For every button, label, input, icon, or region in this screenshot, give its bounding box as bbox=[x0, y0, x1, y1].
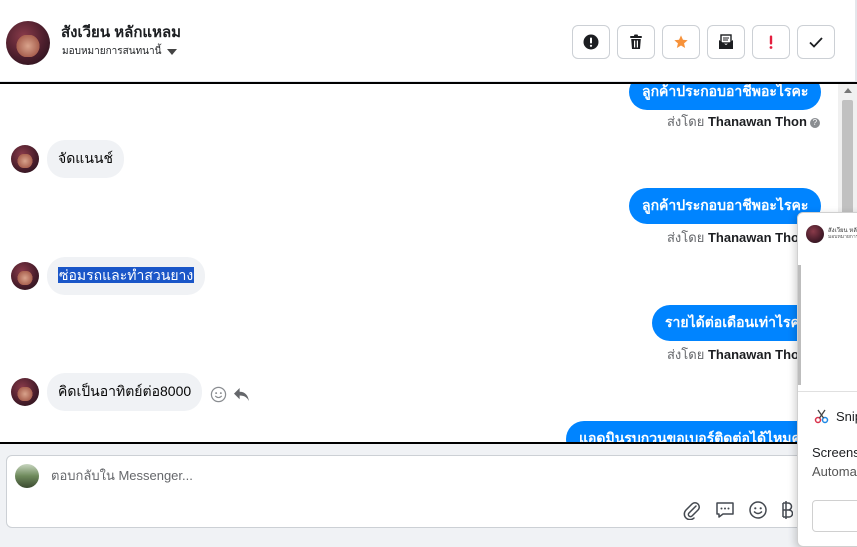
popup-body: Automa bbox=[812, 464, 857, 479]
incoming-message: คิดเป็นอาทิตย์ต่อ8000 bbox=[47, 373, 203, 411]
conversation-toolbar bbox=[572, 25, 835, 59]
attach-icon[interactable] bbox=[682, 500, 702, 520]
popup-avatar bbox=[806, 225, 824, 243]
mark-unread-button[interactable] bbox=[707, 25, 745, 59]
star-button[interactable] bbox=[662, 25, 700, 59]
incoming-message: ซ่อมรถและทำสวนยาง bbox=[47, 257, 206, 295]
notification-popup[interactable]: สังเวียน หลักแหลม มอบหมายการสนทนานี้ Sni… bbox=[797, 212, 857, 547]
message-actions bbox=[210, 386, 250, 403]
delete-button[interactable] bbox=[617, 25, 655, 59]
payment-baht-icon[interactable] bbox=[781, 500, 793, 520]
reply-input[interactable] bbox=[51, 468, 651, 483]
emoji-react-icon[interactable] bbox=[210, 386, 227, 403]
outgoing-message: แอดมินรบกวนขอเบอร์ติดต่อได้ไหมคะ bbox=[566, 421, 822, 442]
sent-by-label: ส่งโดย Thanawan Thon? bbox=[667, 111, 820, 132]
priority-button[interactable] bbox=[752, 25, 790, 59]
reply-icon[interactable] bbox=[233, 387, 250, 402]
exclamation-circle-icon bbox=[583, 34, 599, 50]
assign-conversation-dropdown[interactable]: มอบหมายการสนทนานี้ bbox=[62, 44, 178, 59]
check-icon bbox=[809, 37, 823, 48]
popup-action-button[interactable] bbox=[812, 500, 857, 532]
snipping-tool-icon bbox=[814, 409, 829, 424]
selected-text: ซ่อมรถและทำสวนยาง bbox=[58, 267, 195, 283]
star-icon bbox=[674, 35, 688, 48]
composer-actions bbox=[682, 500, 793, 520]
incoming-message: จัดแนนช์ bbox=[47, 140, 124, 178]
help-icon[interactable]: ? bbox=[809, 118, 820, 128]
popup-subtitle: มอบหมายการสนทนานี้ bbox=[828, 234, 857, 240]
reply-composer bbox=[6, 455, 832, 528]
spam-button[interactable] bbox=[572, 25, 610, 59]
page-avatar bbox=[15, 464, 39, 488]
assign-conversation-label: มอบหมายการสนทนานี้ bbox=[62, 46, 162, 57]
scrollbar-thumb[interactable] bbox=[842, 100, 853, 220]
saved-replies-icon[interactable] bbox=[715, 500, 735, 520]
outgoing-message: รายได้ต่อเดือนเท่าไรคะ bbox=[652, 305, 821, 341]
sent-by-prefix: ส่งโดย bbox=[667, 230, 705, 245]
sent-by-prefix: ส่งโดย bbox=[667, 347, 705, 362]
sender-name: Thanawan Thon bbox=[707, 114, 807, 129]
message-avatar bbox=[11, 262, 39, 290]
contact-name[interactable]: สังเวียน หลักแหลม bbox=[61, 20, 181, 44]
outgoing-message: ลูกค้าประกอบอาชีพอะไรคะ bbox=[629, 188, 822, 224]
done-button[interactable] bbox=[797, 25, 835, 59]
outgoing-message: ลูกค้าประกอบอาชีพอะไรคะ bbox=[629, 84, 822, 110]
scroll-up-arrow-icon[interactable] bbox=[844, 88, 852, 93]
message-avatar bbox=[11, 145, 39, 173]
popup-divider bbox=[798, 391, 857, 392]
message-thread[interactable]: ลูกค้าประกอบอาชีพอะไรคะ ส่งโดย Thanawan … bbox=[0, 82, 857, 444]
popup-title: Screens bbox=[812, 445, 857, 460]
caret-down-icon bbox=[167, 48, 178, 55]
sender-name: Thanawan Thon bbox=[707, 347, 807, 362]
message-avatar bbox=[11, 378, 39, 406]
conversation-header: สังเวียน หลักแหลม มอบหมายการสนทนานี้ bbox=[0, 0, 857, 82]
trash-icon bbox=[630, 34, 642, 49]
envelope-icon bbox=[719, 34, 733, 49]
sent-by-prefix: ส่งโดย bbox=[667, 114, 705, 129]
popup-app-name: Snip bbox=[836, 409, 857, 424]
sender-name: Thanawan Thon bbox=[707, 230, 807, 245]
contact-avatar[interactable] bbox=[6, 21, 50, 65]
popup-preview-edge bbox=[798, 265, 801, 385]
sent-by-label: ส่งโดย Thanawan Thon bbox=[667, 227, 807, 248]
sent-by-label: ส่งโดย Thanawan Thon bbox=[667, 344, 807, 365]
exclamation-icon bbox=[769, 35, 773, 49]
emoji-icon[interactable] bbox=[748, 500, 768, 520]
